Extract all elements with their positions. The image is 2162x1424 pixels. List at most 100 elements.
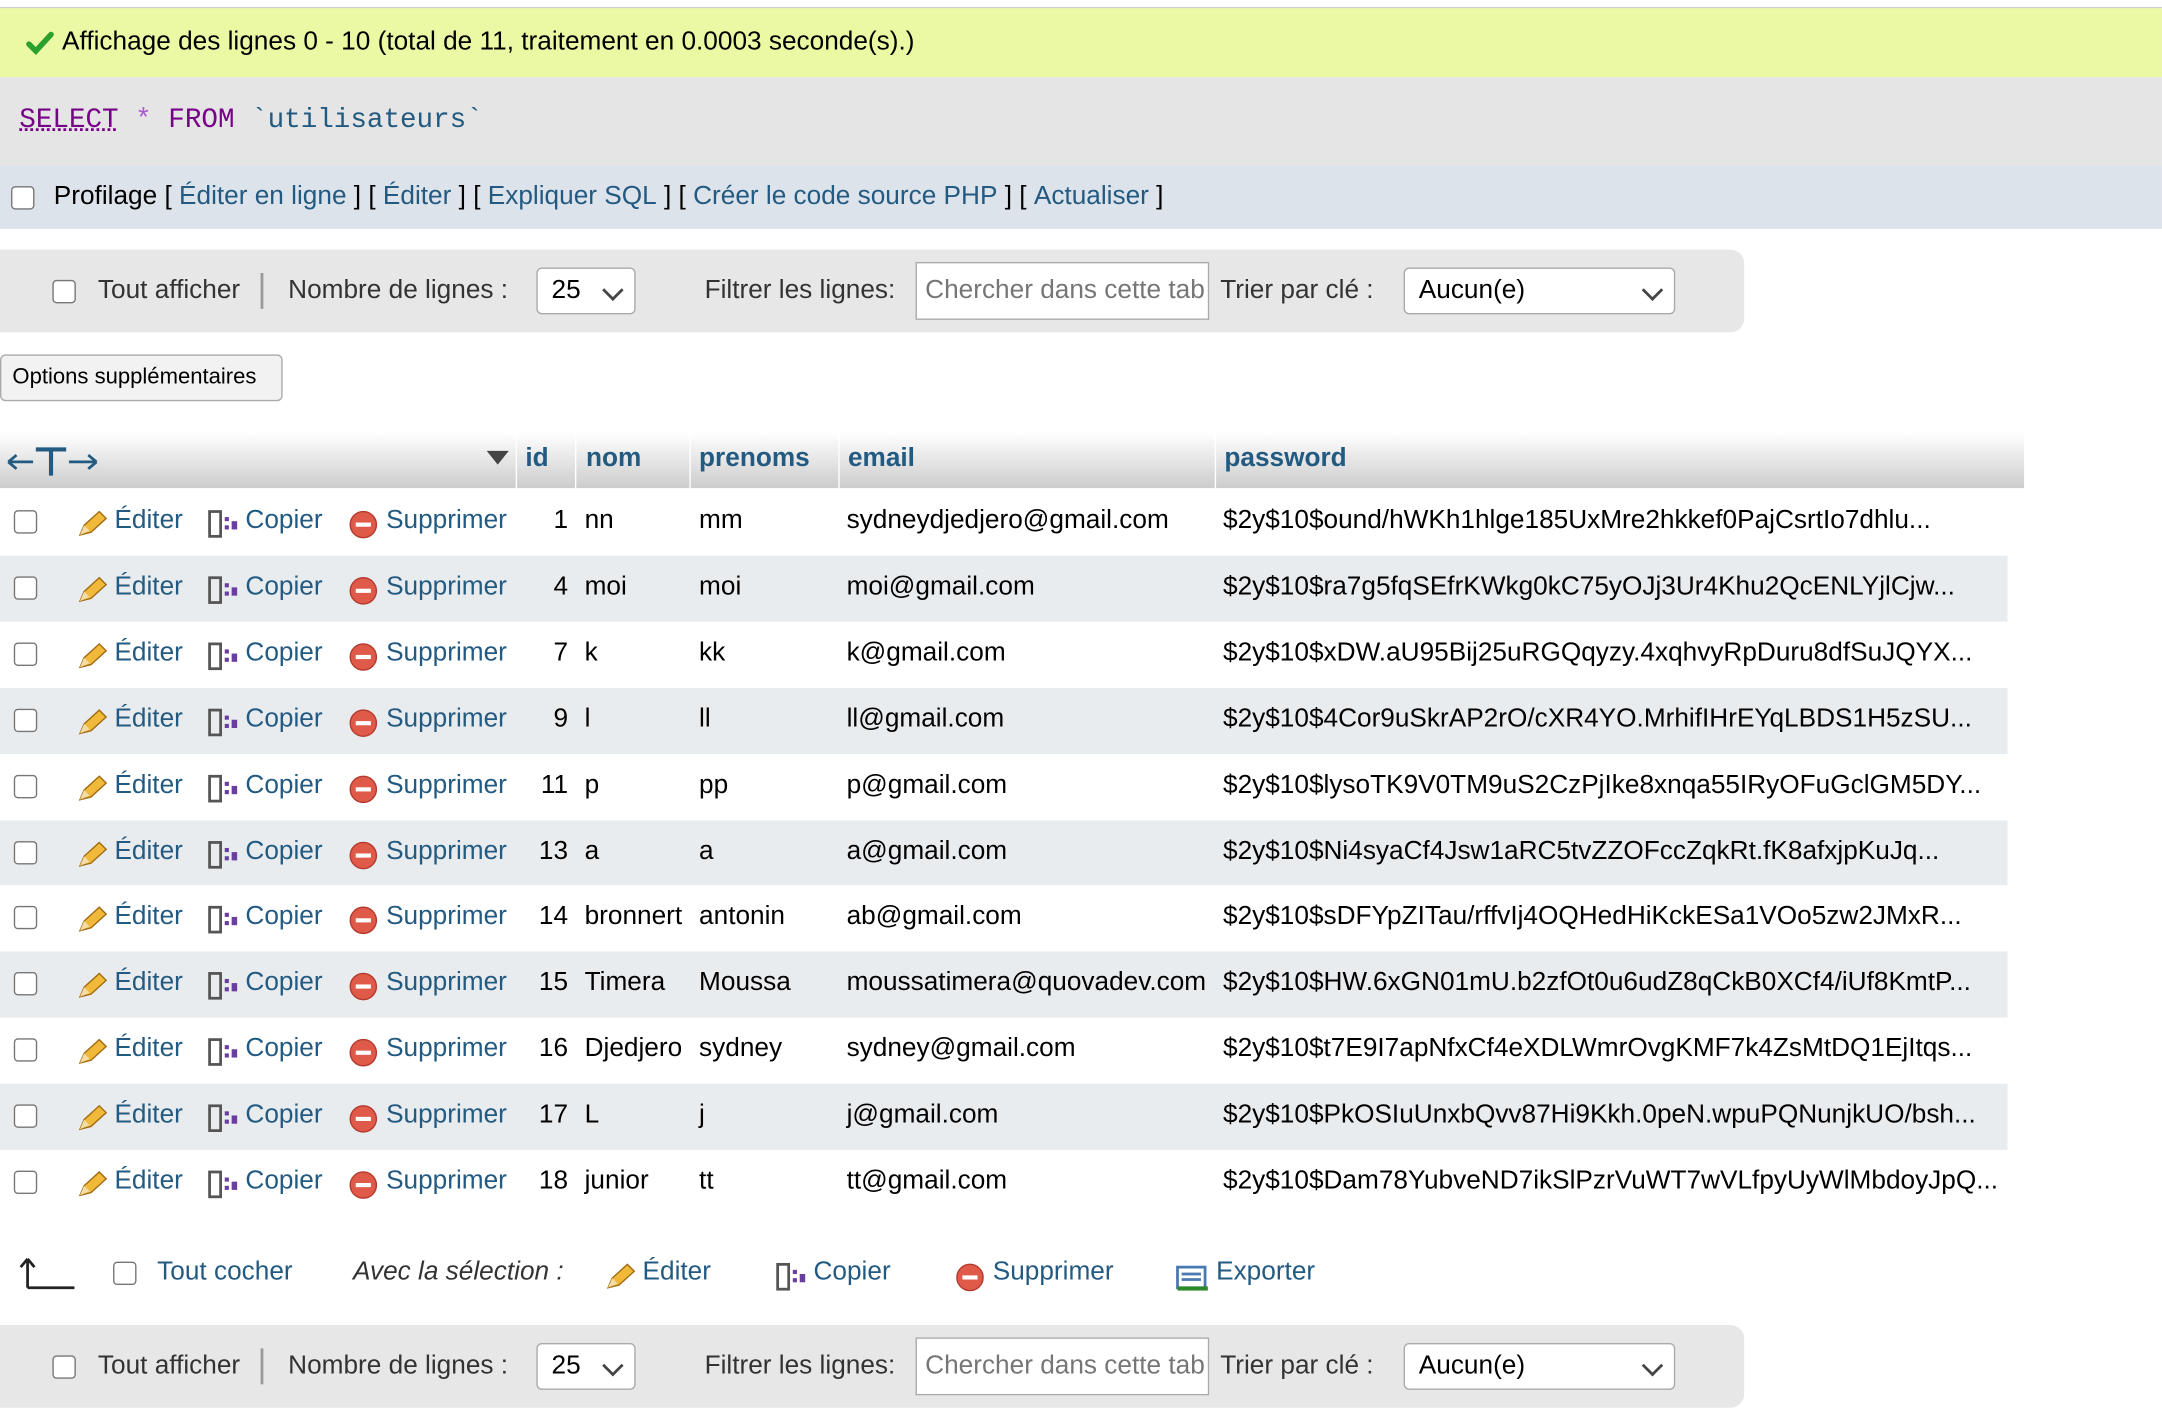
row-delete-button[interactable]: Supprimer (386, 770, 507, 800)
row-edit-button[interactable]: Éditer (114, 638, 182, 668)
create-php-code-link[interactable]: Créer le code source PHP (693, 182, 997, 212)
explain-sql-link[interactable]: Expliquer SQL (488, 182, 657, 212)
query-links-bar: Profilage [ Éditer en ligne ] [ Éditer ]… (0, 165, 2162, 229)
cell-email: tt@gmail.com (846, 1166, 1008, 1196)
row-count-select[interactable]: 25 (536, 267, 636, 315)
row-count-label: Nombre de lignes : (288, 275, 509, 305)
row-edit-button[interactable]: Éditer (114, 902, 182, 932)
sort-by-key-select[interactable]: Aucun(e) (1403, 267, 1676, 315)
row-copy-button[interactable]: Copier (245, 902, 322, 932)
chevron-down-icon (1641, 1354, 1664, 1377)
row-delete-button[interactable]: Supprimer (386, 1100, 507, 1130)
column-arrows-icon[interactable] (6, 447, 100, 477)
row-edit-button[interactable]: Éditer (114, 1034, 182, 1064)
cell-email: sydneydjedjero@gmail.com (846, 506, 1169, 535)
copy-icon (208, 840, 238, 868)
row-copy-button[interactable]: Copier (245, 1034, 322, 1064)
sql-select-keyword[interactable]: SELECT (19, 105, 118, 137)
extra-options-button[interactable]: Options supplémentaires (0, 354, 283, 402)
row-delete-button[interactable]: Supprimer (386, 506, 507, 536)
edit-link[interactable]: Éditer (383, 182, 451, 212)
delete-icon (349, 907, 378, 935)
profiling-checkbox[interactable] (11, 185, 35, 209)
row-count-select[interactable]: 25 (536, 1342, 636, 1390)
bracket: ] [ (663, 182, 686, 211)
table-navigation-top: Tout afficher Nombre de lignes : 25 Filt… (0, 249, 1745, 333)
row-checkbox[interactable] (13, 642, 38, 666)
row-edit-button[interactable]: Éditer (114, 968, 182, 998)
row-edit-button[interactable]: Éditer (114, 770, 182, 800)
cell-nom: L (584, 1100, 600, 1130)
table-row: Éditer Copier Supprimer 17 Lj j@gmail.com $2y$… (0, 1083, 2008, 1151)
row-copy-button[interactable]: Copier (245, 968, 322, 998)
row-delete-button[interactable]: Supprimer (386, 572, 507, 602)
row-copy-button[interactable]: Copier (245, 1166, 322, 1196)
bulk-export-button[interactable]: Exporter (1216, 1257, 1315, 1287)
chevron-down-icon (602, 1354, 624, 1377)
check-all-link[interactable]: Tout cocher (157, 1257, 292, 1287)
row-copy-button[interactable]: Copier (245, 638, 322, 668)
row-copy-button[interactable]: Copier (245, 836, 322, 866)
column-header-id[interactable]: id (525, 444, 548, 474)
sort-arrow-icon[interactable] (485, 449, 510, 466)
column-header-nom[interactable]: nom (586, 444, 641, 474)
row-copy-button[interactable]: Copier (245, 506, 322, 536)
bracket: [ (164, 182, 172, 211)
inline-edit-link[interactable]: Éditer en ligne (179, 182, 346, 212)
row-delete-button[interactable]: Supprimer (386, 1166, 507, 1196)
row-edit-button[interactable]: Éditer (114, 1166, 182, 1196)
row-delete-button[interactable]: Supprimer (386, 638, 507, 668)
cell-password: $2y$10$PkOSIuUnxbQvv87Hi9Kkh.0peN.wpuPQN… (1222, 1100, 1976, 1130)
bulk-edit-button[interactable]: Éditer (643, 1257, 711, 1287)
refresh-link[interactable]: Actualiser (1034, 182, 1149, 212)
delete-icon (349, 973, 378, 1001)
bulk-delete-button[interactable]: Supprimer (993, 1257, 1114, 1287)
filter-rows-input[interactable]: Chercher dans cette tab (915, 261, 1210, 320)
row-checkbox[interactable] (13, 708, 38, 732)
column-header-email[interactable]: email (848, 444, 915, 474)
row-checkbox[interactable] (13, 576, 38, 600)
column-header-prenoms[interactable]: prenoms (699, 444, 810, 474)
row-edit-button[interactable]: Éditer (114, 704, 182, 734)
pencil-icon (78, 642, 108, 669)
row-delete-button[interactable]: Supprimer (386, 968, 507, 998)
row-checkbox[interactable] (13, 1038, 38, 1062)
row-count-label: Nombre de lignes : (288, 1351, 509, 1381)
delete-icon (349, 576, 378, 605)
row-delete-button[interactable]: Supprimer (386, 704, 507, 734)
cell-prenoms: moi (699, 572, 742, 602)
pencil-icon (606, 1263, 636, 1289)
row-copy-button[interactable]: Copier (245, 1100, 322, 1130)
row-copy-button[interactable]: Copier (245, 770, 322, 800)
row-checkbox[interactable] (13, 1104, 38, 1128)
row-edit-button[interactable]: Éditer (114, 1100, 182, 1130)
row-copy-button[interactable]: Copier (245, 704, 322, 734)
row-edit-button[interactable]: Éditer (114, 836, 182, 866)
filter-rows-input[interactable]: Chercher dans cette tab (915, 1337, 1210, 1396)
bulk-copy-button[interactable]: Copier (813, 1257, 890, 1287)
row-delete-button[interactable]: Supprimer (386, 902, 507, 932)
row-checkbox[interactable] (13, 840, 38, 864)
cell-password: $2y$10$sDFYpZITau/rffvIj4OQHedHiKckESa1V… (1222, 902, 1962, 932)
row-checkbox[interactable] (13, 774, 38, 798)
row-checkbox[interactable] (13, 906, 38, 930)
row-checkbox[interactable] (13, 510, 38, 534)
row-checkbox[interactable] (13, 972, 38, 996)
row-edit-button[interactable]: Éditer (114, 572, 182, 602)
column-header-password[interactable]: password (1224, 444, 1346, 474)
cell-prenoms: j (699, 1100, 705, 1130)
delete-icon (349, 510, 378, 539)
copy-icon (208, 774, 238, 802)
row-checkbox[interactable] (13, 1170, 38, 1195)
sql-from-keyword: FROM (168, 104, 235, 137)
row-edit-button[interactable]: Éditer (114, 506, 182, 536)
row-copy-button[interactable]: Copier (245, 572, 322, 602)
row-delete-button[interactable]: Supprimer (386, 836, 507, 866)
show-all-checkbox[interactable] (52, 1354, 76, 1379)
row-delete-button[interactable]: Supprimer (386, 1034, 507, 1064)
table-row: Éditer Copier Supprimer 11 p pp p@gmail.com $2y… (0, 753, 2008, 820)
cell-password: $2y$10$ra7g5fqSEfrKWkg0kC75yOJj3Ur4Khu2Q… (1222, 572, 1955, 602)
check-all-checkbox[interactable] (113, 1261, 137, 1286)
show-all-checkbox[interactable] (52, 279, 76, 303)
sort-by-key-select[interactable]: Aucun(e) (1403, 1342, 1676, 1390)
